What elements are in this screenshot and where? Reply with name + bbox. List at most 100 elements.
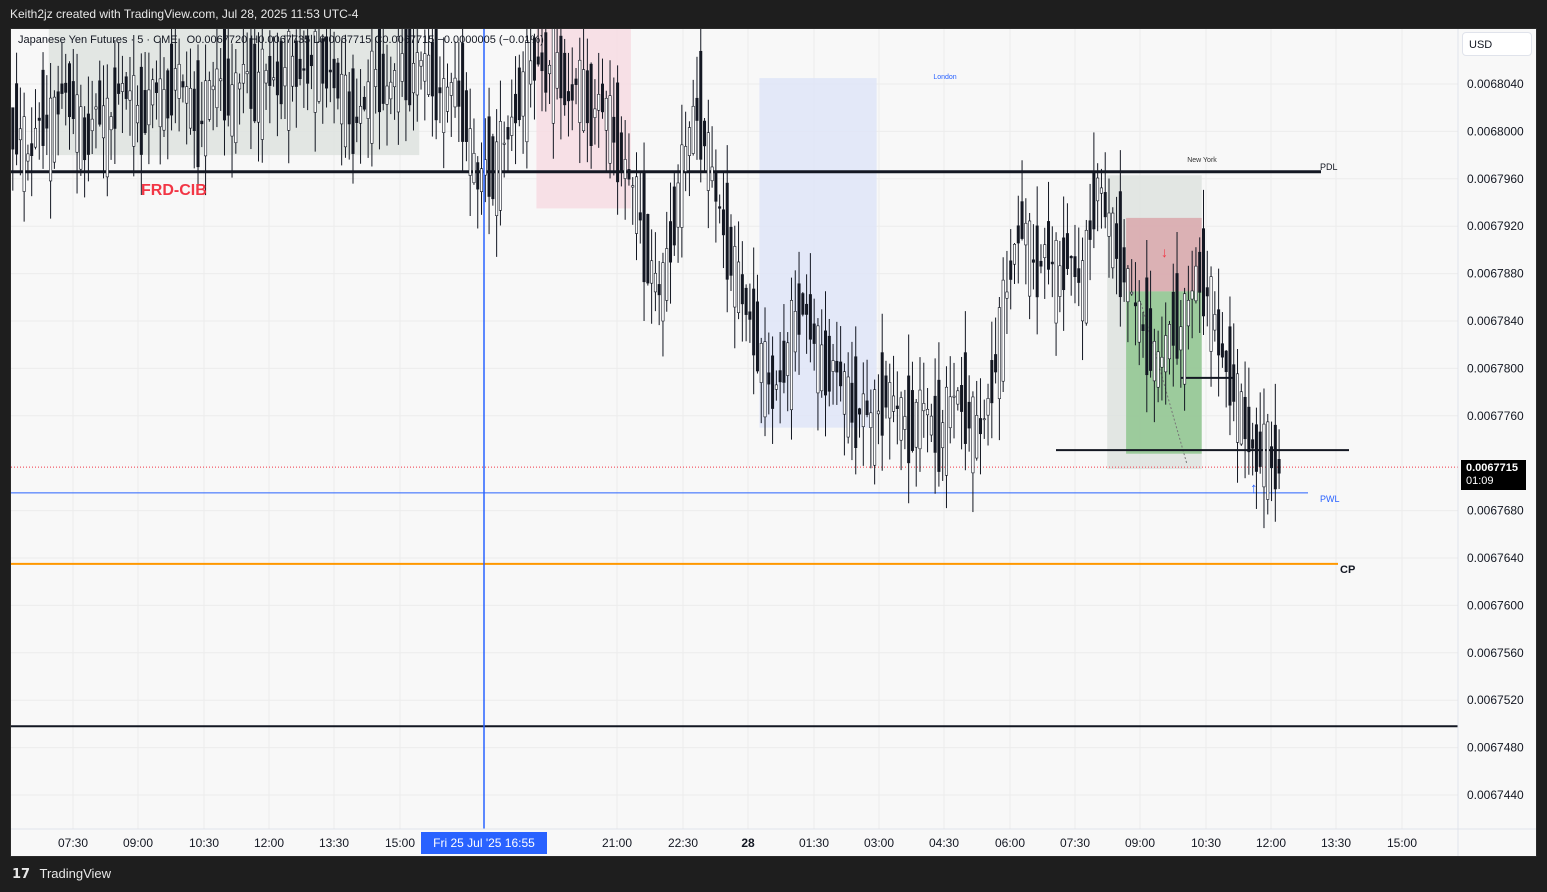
candle (1092, 132, 1096, 249)
candle-body (181, 81, 185, 88)
price-tick-label: 0.0067920 (1467, 219, 1524, 233)
candle-body (185, 86, 189, 104)
candle-body (1149, 308, 1153, 371)
candle-body (612, 116, 616, 143)
candle (52, 90, 56, 169)
candle-body (1047, 221, 1051, 270)
candle (1031, 224, 1035, 290)
candle (468, 88, 472, 217)
time-tick-label: 07:30 (58, 836, 88, 850)
time-tick-label: 10:30 (1191, 836, 1221, 850)
chart-canvas[interactable]: 0.0068040 0.0068000 0.0067960 0.0067920 0.00… (11, 29, 1537, 857)
candle-body (782, 340, 786, 383)
candle-body (464, 90, 468, 142)
candle-body (729, 226, 733, 276)
symbol-legend[interactable]: Japanese Yen Futures · 5 · CME O0.006772… (18, 34, 544, 46)
candle (1232, 323, 1236, 422)
chart-frame[interactable]: 0.0068040 0.0068000 0.0067960 0.0067920 0.00… (10, 28, 1537, 857)
candle (1239, 383, 1243, 446)
candle-body (926, 408, 930, 416)
candle-body (933, 395, 937, 453)
candle-body (79, 106, 83, 170)
candle-body (495, 141, 499, 216)
candle (657, 260, 661, 326)
candle-body (309, 54, 313, 67)
candle-body (888, 382, 892, 419)
candle-body (1058, 265, 1062, 297)
candle-body (1273, 424, 1277, 490)
candle (1005, 250, 1009, 334)
candle-body (820, 344, 824, 392)
candle-body (49, 97, 53, 182)
candle-body (1137, 300, 1141, 343)
candle-body (1088, 220, 1092, 240)
candle (1043, 227, 1047, 299)
pdl-label: PDL (1320, 162, 1338, 172)
candle (532, 33, 536, 120)
candle (18, 87, 22, 176)
candle (944, 366, 948, 509)
candle-body (1266, 421, 1270, 500)
candle-body (132, 75, 136, 147)
candle-body (302, 68, 306, 71)
candle-body (691, 105, 695, 154)
candle-body (245, 71, 249, 75)
candle-body (842, 371, 846, 415)
candle (1077, 227, 1081, 307)
candle-body (1156, 351, 1160, 388)
price-tick-label: 0.0067760 (1467, 409, 1524, 423)
candle-body (449, 82, 453, 96)
candle-body (215, 68, 219, 109)
candle-body (744, 287, 748, 315)
candle-body (597, 93, 601, 111)
candle-body (1217, 309, 1221, 356)
time-tick-label: 28 (741, 836, 755, 850)
candle-body (15, 83, 19, 155)
candle (975, 380, 979, 461)
price-series (11, 29, 1281, 529)
candle-body (173, 68, 177, 91)
candle (960, 356, 964, 450)
last-price: 0.0067715 (1466, 462, 1518, 474)
candle (26, 144, 30, 181)
candle (1103, 152, 1107, 229)
candle-body (525, 40, 529, 143)
candle-body (170, 43, 174, 116)
candle-body (291, 55, 295, 87)
candle-body (45, 114, 49, 129)
candle-body (419, 60, 423, 67)
candle-body (771, 355, 775, 409)
candle (510, 79, 514, 152)
currency-selector[interactable]: USD (1462, 32, 1532, 56)
candle-body (188, 88, 192, 129)
candle-body (294, 40, 298, 87)
candle (41, 52, 45, 169)
candle-body (30, 143, 34, 156)
candle-body (684, 146, 688, 172)
candle-body (64, 82, 68, 93)
candle-body (332, 58, 336, 89)
candle-body (536, 56, 540, 65)
candle-body (997, 307, 1001, 400)
candle (971, 391, 975, 513)
candle (952, 362, 956, 439)
candle-body (642, 172, 646, 283)
candle-body (359, 105, 363, 124)
candle-body (733, 246, 737, 308)
candle-body (914, 401, 918, 448)
candle (910, 361, 914, 453)
symbol-name: Japanese Yen Futures · 5 · CME (18, 34, 178, 46)
candle (842, 363, 846, 456)
candle-body (219, 78, 223, 82)
candle-body (442, 78, 446, 133)
candle (1035, 186, 1039, 335)
candle-body (498, 121, 502, 211)
candle-body (986, 398, 990, 416)
candle (929, 403, 933, 443)
candle-body (423, 53, 427, 82)
candle (956, 387, 960, 411)
sell-arrow-icon: ↓ (1161, 244, 1168, 260)
time-axis: 07:30 09:00 10:30 12:00 13:30 15:00 21:00 22:30… (11, 828, 1536, 850)
candle-body (351, 68, 355, 154)
cp-label: CP (1340, 564, 1355, 576)
